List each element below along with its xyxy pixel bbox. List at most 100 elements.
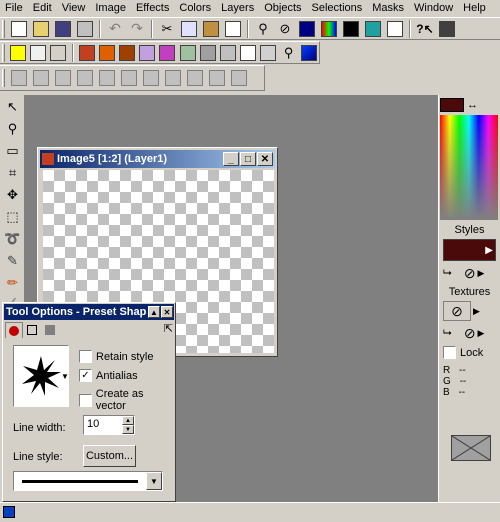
menu-layers[interactable]: Layers: [216, 0, 259, 17]
zoom-icon[interactable]: ⚲: [252, 18, 274, 39]
create-as-vector-option[interactable]: Create as vector: [79, 388, 175, 412]
arrow-tool-icon[interactable]: ↖: [2, 96, 23, 117]
layer-props-icon[interactable]: [96, 68, 118, 89]
bevel-icon[interactable]: [178, 42, 198, 63]
print-icon[interactable]: [74, 18, 96, 39]
paste-as-new-icon[interactable]: [222, 18, 244, 39]
save-icon[interactable]: [52, 18, 74, 39]
create-as-vector-checkbox[interactable]: [79, 393, 92, 407]
dropdown-arrow-icon[interactable]: ▼: [146, 472, 162, 490]
menu-effects[interactable]: Effects: [131, 0, 174, 17]
redo-icon[interactable]: ↷: [126, 18, 148, 39]
color-swatch-icon[interactable]: [299, 42, 319, 63]
menu-file[interactable]: File: [0, 0, 28, 17]
custom-button[interactable]: Custom...: [83, 445, 136, 467]
spin-down-icon[interactable]: ▼: [122, 425, 134, 434]
retain-style-option[interactable]: Retain style: [79, 350, 153, 363]
help-icon[interactable]: ?↖: [414, 18, 436, 39]
copy-icon[interactable]: [178, 18, 200, 39]
texture-swap-icon[interactable]: ⮡: [443, 327, 452, 340]
minimize-button[interactable]: _: [223, 152, 239, 166]
tool-options-close-button[interactable]: ✕: [161, 306, 173, 318]
frame-color-icon[interactable]: [97, 42, 117, 63]
menu-image[interactable]: Image: [90, 0, 131, 17]
menu-edit[interactable]: Edit: [28, 0, 57, 17]
styles-swatch[interactable]: ▶: [443, 239, 496, 261]
lock-checkbox[interactable]: [443, 346, 456, 359]
style-arrow-icon[interactable]: ▶: [478, 268, 485, 279]
tab-shape-icon[interactable]: [5, 322, 23, 338]
selection-tool-icon[interactable]: ⬚: [2, 206, 23, 227]
layer-visible-icon[interactable]: [140, 68, 162, 89]
toolbar-grip[interactable]: [2, 19, 5, 38]
effects-browser-icon[interactable]: [238, 42, 258, 63]
layer-palette-icon[interactable]: [362, 18, 384, 39]
maximize-button[interactable]: □: [240, 152, 256, 166]
delete-layer-icon[interactable]: [30, 68, 52, 89]
layer-blend-icon[interactable]: [228, 68, 250, 89]
mover-tool-icon[interactable]: ✥: [2, 184, 23, 205]
hide-icon[interactable]: [28, 42, 48, 63]
menu-view[interactable]: View: [57, 0, 91, 17]
zoom-tool-icon[interactable]: ⚲: [2, 118, 23, 139]
antialias-checkbox[interactable]: ✓: [79, 369, 92, 382]
toggle-palette-icon[interactable]: [384, 18, 406, 39]
texture-arrow-icon[interactable]: ▶: [473, 306, 480, 317]
lasso-tool-icon[interactable]: ➰: [2, 228, 23, 249]
spin-up-icon[interactable]: ▲: [122, 416, 134, 425]
picture-frame-icon[interactable]: [117, 42, 137, 63]
overview-icon[interactable]: [296, 18, 318, 39]
histogram-icon[interactable]: [340, 18, 362, 39]
merge-icon[interactable]: [74, 68, 96, 89]
crop-tool-icon[interactable]: ⌗: [2, 162, 23, 183]
frame-icon[interactable]: [48, 42, 68, 63]
no-entry-icon[interactable]: ⊘: [274, 18, 296, 39]
duplicate-layer-icon[interactable]: [52, 68, 74, 89]
no-texture-icon[interactable]: ⊘: [443, 301, 471, 321]
paintbrush-tool-icon[interactable]: ✏: [2, 272, 23, 293]
cut-icon[interactable]: ✂: [156, 18, 178, 39]
layer-lock-icon[interactable]: [162, 68, 184, 89]
texture-arrow-2-icon[interactable]: ▶: [478, 328, 485, 339]
layer-arrange-icon[interactable]: [206, 68, 228, 89]
menu-masks[interactable]: Masks: [367, 0, 409, 17]
layer-group-icon[interactable]: [184, 68, 206, 89]
open-file-icon[interactable]: [30, 18, 52, 39]
new-layer-icon[interactable]: [8, 68, 30, 89]
menu-objects[interactable]: Objects: [259, 0, 306, 17]
tool-options-titlebar[interactable]: Tool Options - Preset Shap ▲ ✕: [4, 304, 174, 320]
tab-texture-icon[interactable]: [41, 322, 59, 338]
undo-icon[interactable]: ↶: [104, 18, 126, 39]
toolbar-grip[interactable]: [2, 43, 5, 62]
new-file-icon[interactable]: [8, 18, 30, 39]
color-bars-icon[interactable]: [318, 18, 340, 39]
color-spectrum[interactable]: [440, 115, 498, 220]
retain-style-checkbox[interactable]: [79, 350, 92, 363]
line-width-value[interactable]: 10: [84, 416, 122, 434]
toolbar-grip[interactable]: [2, 69, 5, 87]
menu-selections[interactable]: Selections: [307, 0, 368, 17]
palette-icon[interactable]: [137, 42, 157, 63]
no-texture-2-icon[interactable]: ⊘: [464, 325, 476, 342]
photo-icon[interactable]: [77, 42, 97, 63]
deform-tool-icon[interactable]: ▭: [2, 140, 23, 161]
image-window-titlebar[interactable]: Image5 [1:2] (Layer1) _ □ ✕: [40, 150, 275, 168]
no-style-icon[interactable]: ⊘: [464, 265, 476, 282]
layer-mask-icon[interactable]: [118, 68, 140, 89]
texture-icon[interactable]: [218, 42, 238, 63]
line-style-dropdown[interactable]: ▼: [13, 471, 163, 491]
menu-window[interactable]: Window: [409, 0, 458, 17]
close-button[interactable]: ✕: [257, 152, 273, 166]
paste-icon[interactable]: [200, 18, 222, 39]
about-icon[interactable]: [436, 18, 458, 39]
zoom-small-icon[interactable]: ⚲: [279, 42, 299, 63]
collapse-button[interactable]: ▲: [148, 306, 160, 318]
line-width-spinner[interactable]: 10 ▲ ▼: [83, 415, 135, 435]
emboss-icon[interactable]: [198, 42, 218, 63]
foreground-color-swatch[interactable]: [440, 98, 464, 112]
menu-help[interactable]: Help: [458, 0, 491, 17]
swap-colors-icon[interactable]: ↔: [467, 99, 478, 111]
menu-colors[interactable]: Colors: [174, 0, 216, 17]
highlight-icon[interactable]: [8, 42, 28, 63]
pin-icon[interactable]: ⇱: [164, 322, 173, 340]
